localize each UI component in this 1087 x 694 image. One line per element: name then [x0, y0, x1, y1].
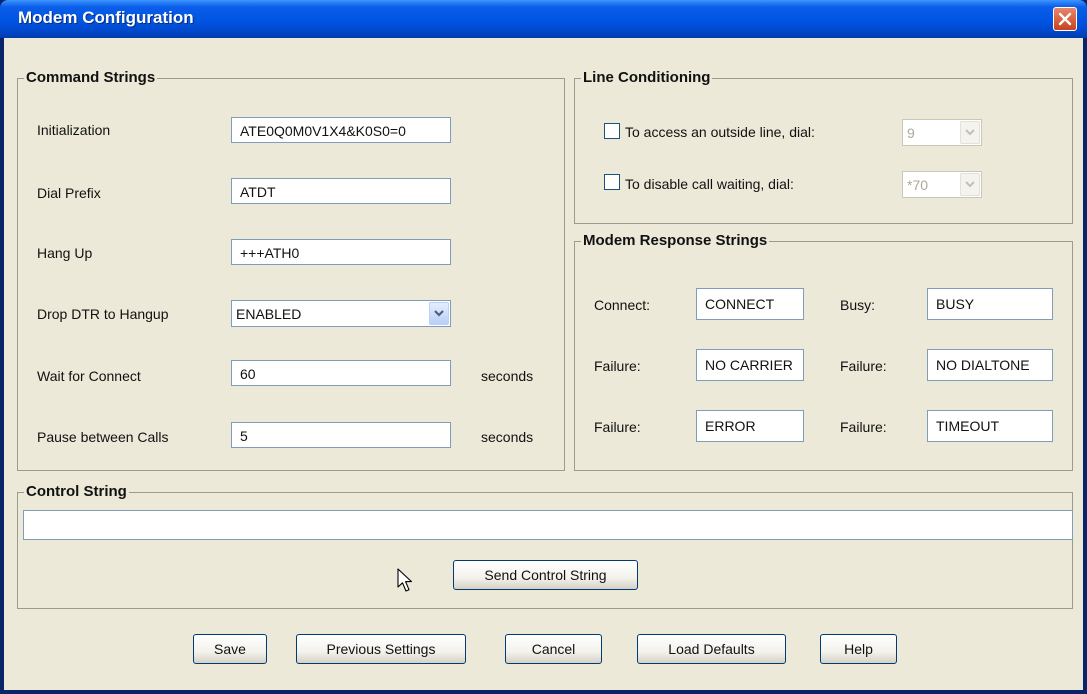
drop-dtr-label: Drop DTR to Hangup: [37, 306, 169, 322]
dialog-body: Command Strings Initialization ATE0Q0M0V…: [4, 38, 1083, 690]
load-defaults-button[interactable]: Load Defaults: [637, 634, 786, 664]
pause-between-calls-unit: seconds: [481, 429, 534, 445]
chevron-down-icon: [965, 129, 975, 136]
failure-input-3[interactable]: ERROR: [696, 410, 804, 442]
hang-up-label: Hang Up: [37, 245, 93, 261]
initialization-label: Initialization: [37, 122, 111, 138]
title-bar[interactable]: Modem Configuration: [0, 0, 1087, 38]
help-button[interactable]: Help: [820, 634, 897, 664]
outside-line-label: To access an outside line, dial:: [625, 124, 815, 140]
wait-for-connect-input[interactable]: 60: [231, 360, 451, 386]
failure-label-2: Failure:: [840, 358, 887, 374]
call-waiting-dropdown-button[interactable]: [960, 173, 980, 196]
pause-between-calls-label: Pause between Calls: [37, 429, 169, 445]
connect-input[interactable]: CONNECT: [696, 288, 804, 320]
pause-between-calls-input[interactable]: 5: [231, 422, 451, 448]
save-button[interactable]: Save: [193, 634, 267, 664]
chevron-down-icon: [434, 310, 444, 317]
control-string-legend: Control String: [24, 483, 129, 500]
command-strings-legend: Command Strings: [24, 69, 158, 86]
call-waiting-value: *70: [907, 177, 929, 193]
cancel-button[interactable]: Cancel: [505, 634, 602, 664]
modem-configuration-window: Modem Configuration Command Strings Init…: [0, 0, 1087, 694]
initialization-input[interactable]: ATE0Q0M0V1X4&K0S0=0: [231, 117, 451, 143]
previous-settings-button[interactable]: Previous Settings: [296, 634, 466, 664]
failure-label-4: Failure:: [840, 419, 887, 435]
dial-prefix-input[interactable]: ATDT: [231, 178, 451, 204]
close-button[interactable]: [1053, 7, 1077, 31]
drop-dtr-select[interactable]: ENABLED: [231, 300, 451, 327]
failure-label-3: Failure:: [594, 419, 641, 435]
control-string-input[interactable]: [23, 510, 1073, 540]
busy-label: Busy:: [840, 297, 876, 313]
outside-line-dropdown-button[interactable]: [960, 121, 980, 144]
call-waiting-checkbox[interactable]: [604, 174, 620, 190]
connect-label: Connect:: [594, 297, 651, 313]
send-control-string-button[interactable]: Send Control String: [453, 560, 638, 590]
response-strings-legend: Modem Response Strings: [581, 232, 770, 249]
outside-line-checkbox[interactable]: [604, 123, 620, 139]
window-title: Modem Configuration: [18, 8, 194, 27]
busy-input[interactable]: BUSY: [927, 288, 1053, 320]
failure-input-1[interactable]: NO CARRIER: [696, 349, 804, 381]
chevron-down-icon: [965, 181, 975, 188]
line-conditioning-group: Line Conditioning: [574, 69, 1073, 224]
call-waiting-label: To disable call waiting, dial:: [625, 176, 794, 192]
failure-input-2[interactable]: NO DIALTONE: [927, 349, 1053, 381]
wait-for-connect-label: Wait for Connect: [37, 368, 141, 384]
dial-prefix-label: Dial Prefix: [37, 185, 101, 201]
drop-dtr-value: ENABLED: [236, 306, 302, 322]
call-waiting-select[interactable]: *70: [902, 171, 982, 198]
failure-input-4[interactable]: TIMEOUT: [927, 410, 1053, 442]
close-icon: [1058, 12, 1072, 26]
mouse-pointer-icon: [397, 568, 413, 592]
outside-line-value: 9: [907, 125, 915, 141]
line-conditioning-legend: Line Conditioning: [581, 69, 713, 86]
drop-dtr-dropdown-button[interactable]: [429, 302, 449, 325]
wait-for-connect-unit: seconds: [481, 368, 534, 384]
failure-label-1: Failure:: [594, 358, 641, 374]
outside-line-select[interactable]: 9: [902, 119, 982, 146]
hang-up-input[interactable]: +++ATH0: [231, 239, 451, 265]
